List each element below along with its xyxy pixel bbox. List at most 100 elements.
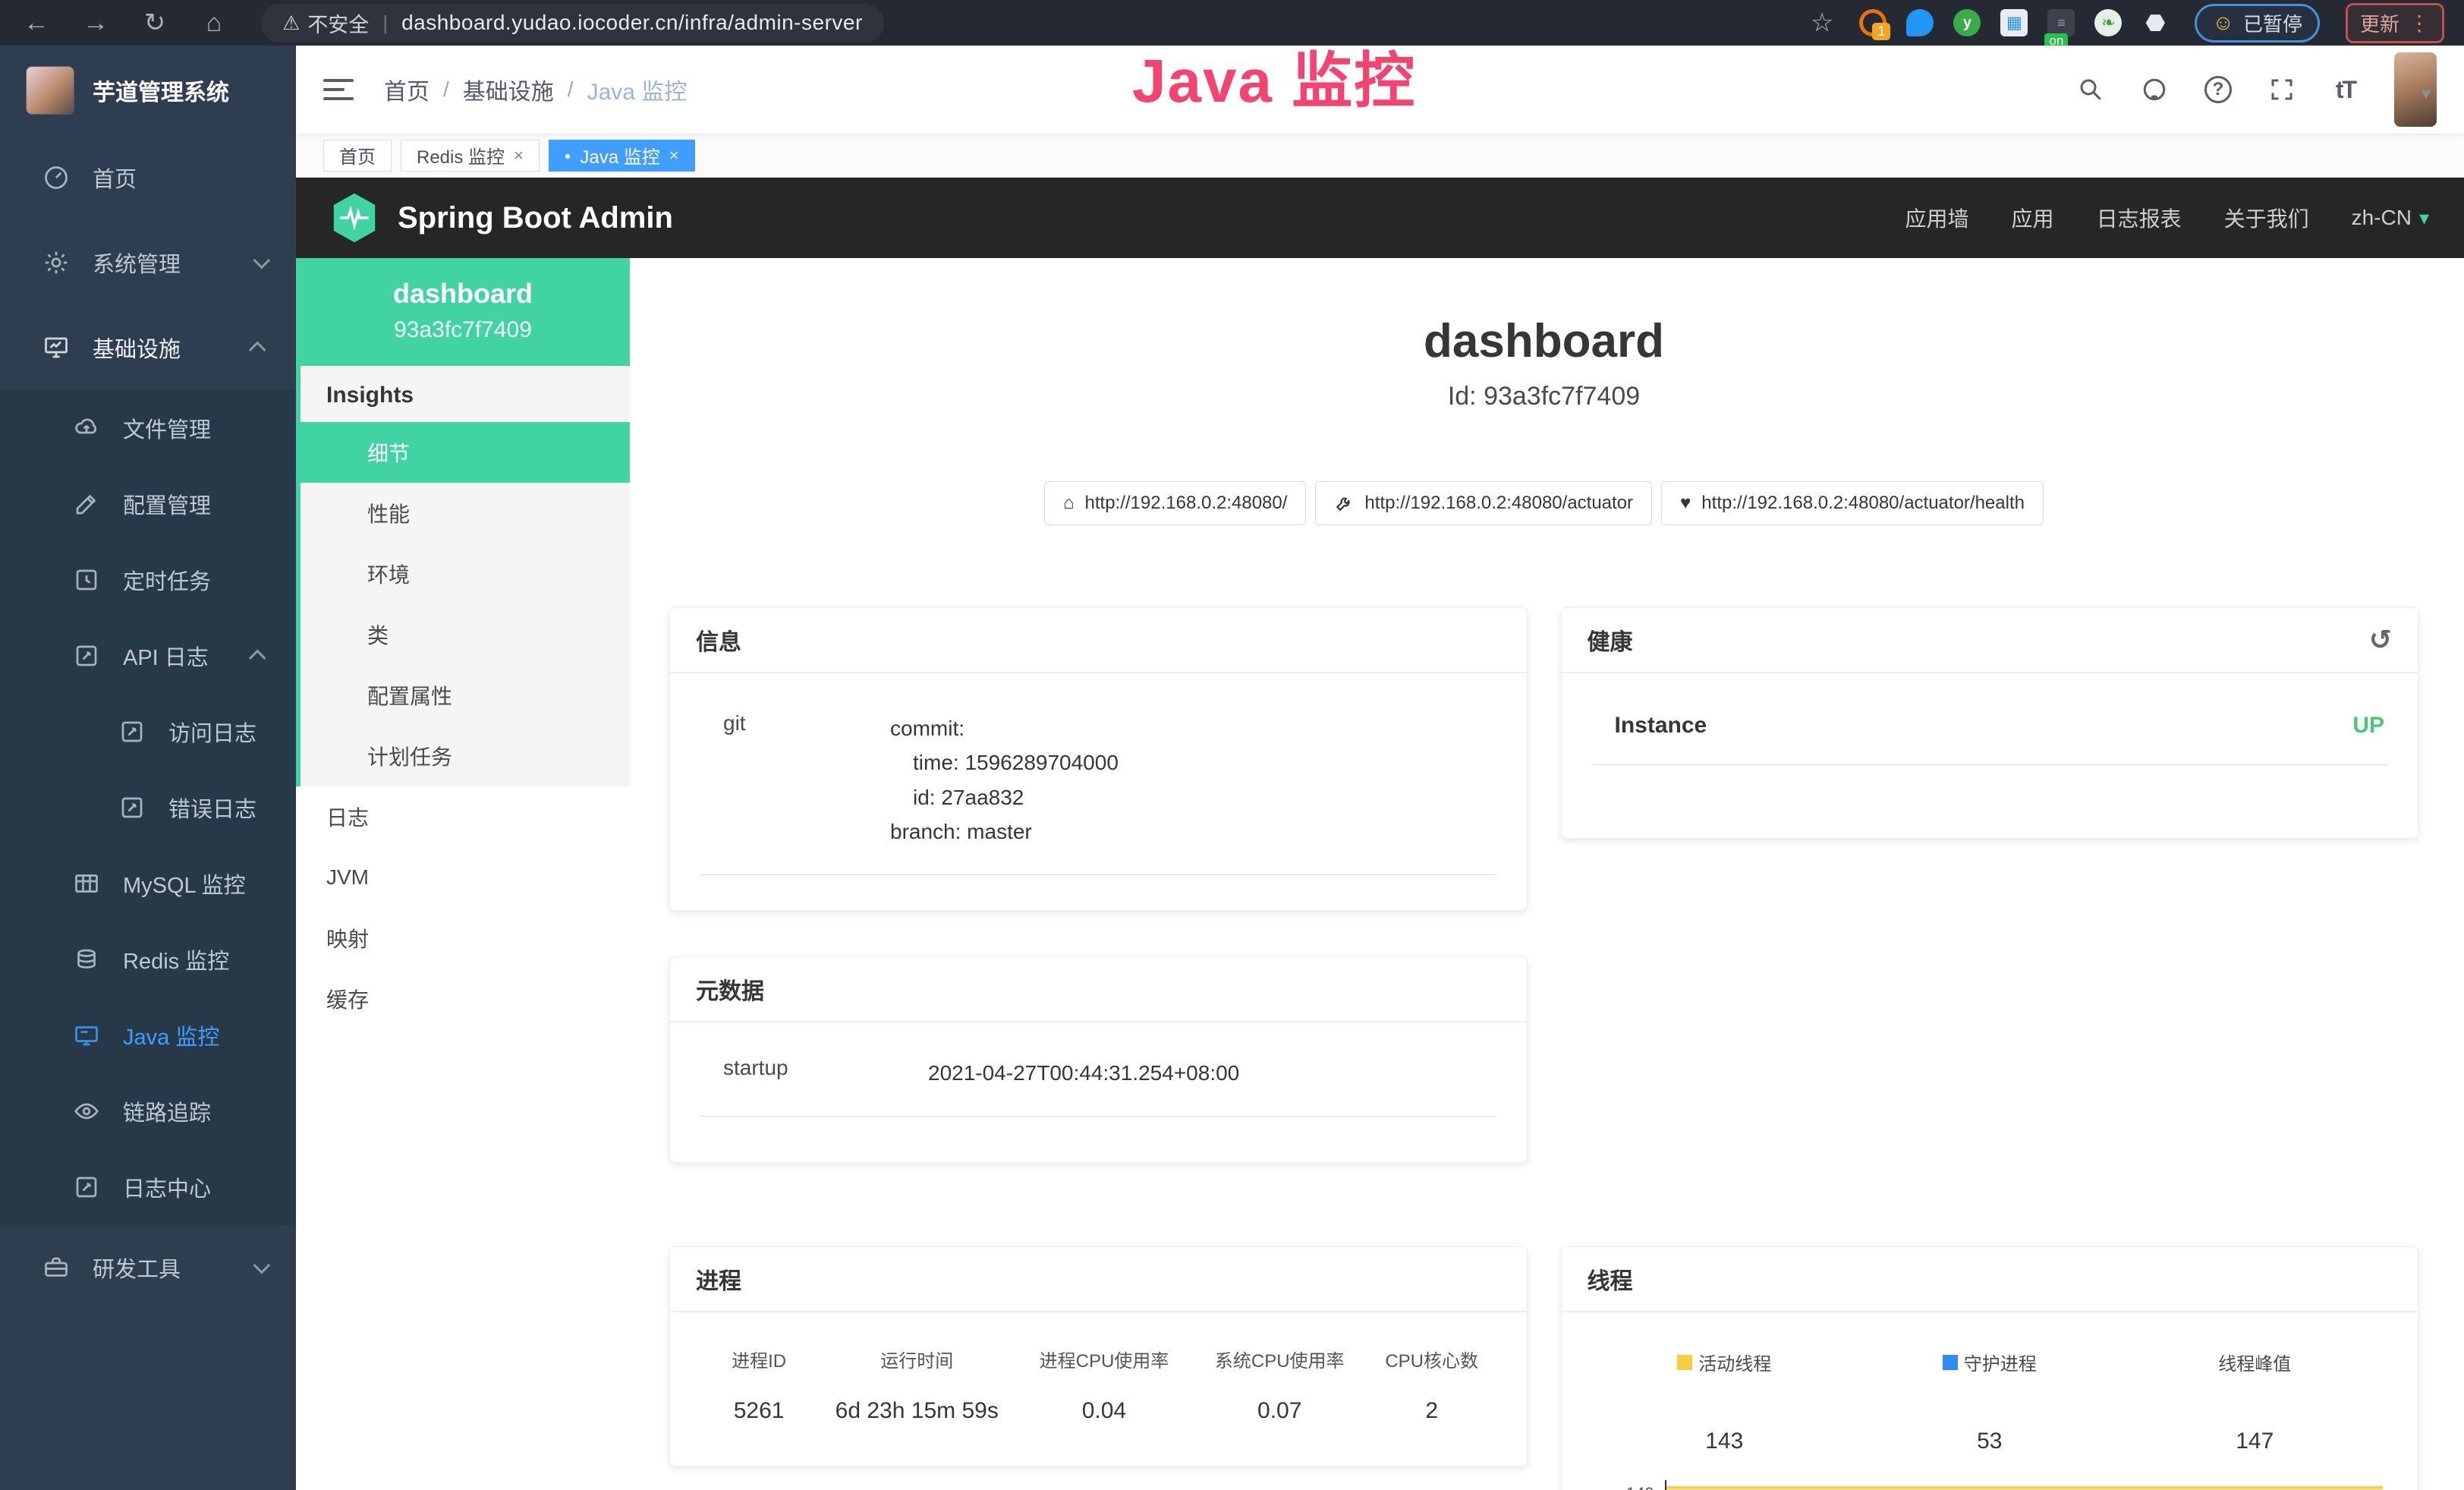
sidebar-item-infrastructure[interactable]: 基础设施 — [0, 305, 296, 390]
back-icon[interactable]: ← — [20, 8, 53, 38]
startup-value: 2021-04-27T00:44:31.254+08:00 — [928, 1056, 1239, 1090]
threads-legend: 活动线程 守护进程 线程峰值 — [1592, 1320, 2388, 1375]
forward-icon[interactable]: → — [79, 8, 112, 38]
fullscreen-icon[interactable] — [2267, 74, 2297, 105]
threads-card-header: 线程 — [1562, 1247, 2418, 1312]
daemon-threads-value: 53 — [1857, 1429, 2123, 1454]
table-icon — [73, 870, 100, 897]
sba-item-config-props[interactable]: 配置属性 — [301, 665, 630, 726]
sidebar-logo-row[interactable]: 芋道管理系统 — [0, 46, 296, 135]
browser-toolbar: ← → ↻ ⌂ ⚠ 不安全 | dashboard.yudao.iocoder.… — [0, 0, 2464, 46]
sba-nav-about[interactable]: 关于我们 — [2224, 203, 2309, 233]
sidebar-item-java-monitor[interactable]: Java 监控 — [0, 997, 296, 1073]
sidebar-item-scheduled-tasks[interactable]: 定时任务 — [0, 542, 296, 618]
health-url-button[interactable]: ♥ http://192.168.0.2:48080/actuator/heal… — [1661, 481, 2044, 525]
extension-orange-icon[interactable]: 1 — [1859, 9, 1887, 36]
cards-left-column: 信息 git commit: time: 1596289704000 id: 2 — [669, 607, 1528, 1490]
language-value: zh-CN — [2352, 206, 2412, 230]
help-icon[interactable]: ? — [2203, 74, 2233, 105]
caret-down-icon[interactable]: ▾ — [2422, 83, 2431, 105]
browser-menu-dots-icon[interactable]: ⋮ — [2409, 11, 2430, 36]
sidebar-item-api-logs[interactable]: API 日志 — [0, 618, 296, 694]
reload-icon[interactable]: ↻ — [138, 8, 172, 38]
home-icon[interactable]: ⌂ — [197, 8, 231, 38]
smiley-icon: ☺ — [2212, 11, 2234, 35]
paused-pill-button[interactable]: ☺ 已暂停 — [2195, 4, 2320, 43]
breadcrumb-home[interactable]: 首页 — [384, 73, 430, 106]
edit-square-icon — [73, 1173, 100, 1201]
instance-health-row: Instance UP — [1592, 681, 2388, 765]
search-icon[interactable] — [2075, 74, 2106, 105]
sba-brand-title[interactable]: Spring Boot Admin — [398, 201, 673, 235]
home-icon: ⌂ — [1063, 493, 1075, 514]
extension-grid-icon[interactable]: ▦ — [2000, 9, 2028, 36]
history-icon[interactable]: ↺ — [2369, 624, 2392, 656]
eye-icon — [73, 1098, 100, 1125]
ext-y-glyph: y — [1963, 14, 1972, 32]
sba-nav-wallboard[interactable]: 应用墙 — [1905, 203, 1969, 233]
process-pid: 5261 — [700, 1398, 817, 1424]
close-icon[interactable]: × — [514, 146, 524, 165]
extensions-puzzle-icon[interactable]: ⬣ — [2141, 9, 2169, 36]
card-title: 进程 — [696, 1262, 741, 1296]
sidebar-item-home[interactable]: 首页 — [0, 135, 296, 220]
github-icon[interactable] — [2139, 74, 2170, 105]
sba-item-jvm[interactable]: JVM — [296, 847, 630, 908]
sidebar-item-system[interactable]: 系统管理 — [0, 220, 296, 305]
extension-pin-icon[interactable] — [1906, 9, 1934, 36]
sba-item-label: 类 — [367, 619, 389, 650]
git-line: id: 27aa832 — [890, 780, 1119, 814]
sba-nav-journal[interactable]: 日志报表 — [2097, 203, 2182, 233]
tab-home[interactable]: 首页 — [323, 140, 392, 172]
sba-item-environment[interactable]: 环境 — [301, 543, 630, 604]
extension-list-icon[interactable]: ≡ on — [2047, 9, 2075, 36]
sidebar-item-trace[interactable]: 链路追踪 — [0, 1073, 296, 1149]
sidebar-item-error-logs[interactable]: 错误日志 — [0, 770, 296, 846]
sba-item-mappings[interactable]: 映射 — [296, 908, 630, 969]
sba-app-header[interactable]: dashboard 93a3fc7f7409 — [296, 258, 630, 366]
sidebar-item-access-logs[interactable]: 访问日志 — [0, 694, 296, 770]
sba-item-caches[interactable]: 缓存 — [296, 969, 630, 1029]
app-header: 首页 / 基础设施 / Java 监控 ? — [296, 46, 2464, 134]
health-label: Instance — [1595, 713, 1707, 739]
sba-item-label: 计划任务 — [367, 741, 452, 771]
admin-sidebar: 芋道管理系统 首页 系统管理 基础设施 — [0, 46, 296, 1490]
hamburger-icon[interactable] — [323, 79, 354, 100]
git-commit-details: commit: time: 1596289704000 id: 27aa832 … — [890, 711, 1119, 849]
sidebar-item-mysql-monitor[interactable]: MySQL 监控 — [0, 846, 296, 921]
sidebar-item-file-management[interactable]: 文件管理 — [0, 390, 296, 466]
security-chip[interactable]: ⚠ 不安全 — [282, 8, 369, 38]
sba-item-logs[interactable]: 日志 — [296, 786, 630, 847]
sba-item-scheduled-tasks[interactable]: 计划任务 — [301, 726, 630, 786]
startup-row: startup 2021-04-27T00:44:31.254+08:00 — [700, 1030, 1496, 1117]
sba-item-label: 性能 — [367, 498, 410, 528]
sba-item-metrics[interactable]: 性能 — [301, 483, 630, 543]
edit-square-icon — [118, 794, 146, 821]
sba-nav-applications[interactable]: 应用 — [2012, 203, 2054, 233]
sidebar-item-log-center[interactable]: 日志中心 — [0, 1149, 296, 1225]
bookmark-star-icon[interactable]: ☆ — [1811, 8, 1833, 38]
update-button[interactable]: 更新 ⋮ — [2346, 3, 2444, 43]
sba-item-classes[interactable]: 类 — [301, 604, 630, 665]
card-title: 元数据 — [696, 972, 764, 1006]
card-title: 信息 — [696, 623, 741, 657]
font-size-icon[interactable]: tT — [2330, 74, 2361, 105]
sidebar-item-label: 配置管理 — [123, 488, 266, 520]
chart-y-axis: 140 120 100 — [1592, 1480, 1665, 1490]
tab-redis-monitor[interactable]: Redis 监控 × — [401, 140, 540, 172]
sidebar-item-dev-tools[interactable]: 研发工具 — [0, 1225, 296, 1310]
sba-language-select[interactable]: zh-CN ▾ — [2352, 206, 2429, 230]
actuator-url-button[interactable]: http://192.168.0.2:48080/actuator — [1315, 481, 1652, 525]
sidebar-item-label: 研发工具 — [93, 1252, 231, 1284]
extension-leaf-icon[interactable]: ❧ — [2094, 9, 2122, 36]
service-url-button[interactable]: ⌂ http://192.168.0.2:48080/ — [1044, 481, 1306, 525]
sidebar-item-config-management[interactable]: 配置管理 — [0, 466, 296, 542]
sba-item-details[interactable]: 细节 — [301, 422, 630, 483]
url-text[interactable]: dashboard.yudao.iocoder.cn/infra/admin-s… — [401, 11, 863, 35]
address-bar[interactable]: ⚠ 不安全 | dashboard.yudao.iocoder.cn/infra… — [261, 4, 884, 43]
close-icon[interactable]: × — [669, 146, 679, 165]
sidebar-item-redis-monitor[interactable]: Redis 监控 — [0, 921, 296, 997]
tab-java-monitor[interactable]: ● Java 监控 × — [549, 140, 695, 172]
breadcrumb-infrastructure[interactable]: 基础设施 — [463, 73, 554, 106]
extension-y-icon[interactable]: y — [1953, 9, 1981, 36]
